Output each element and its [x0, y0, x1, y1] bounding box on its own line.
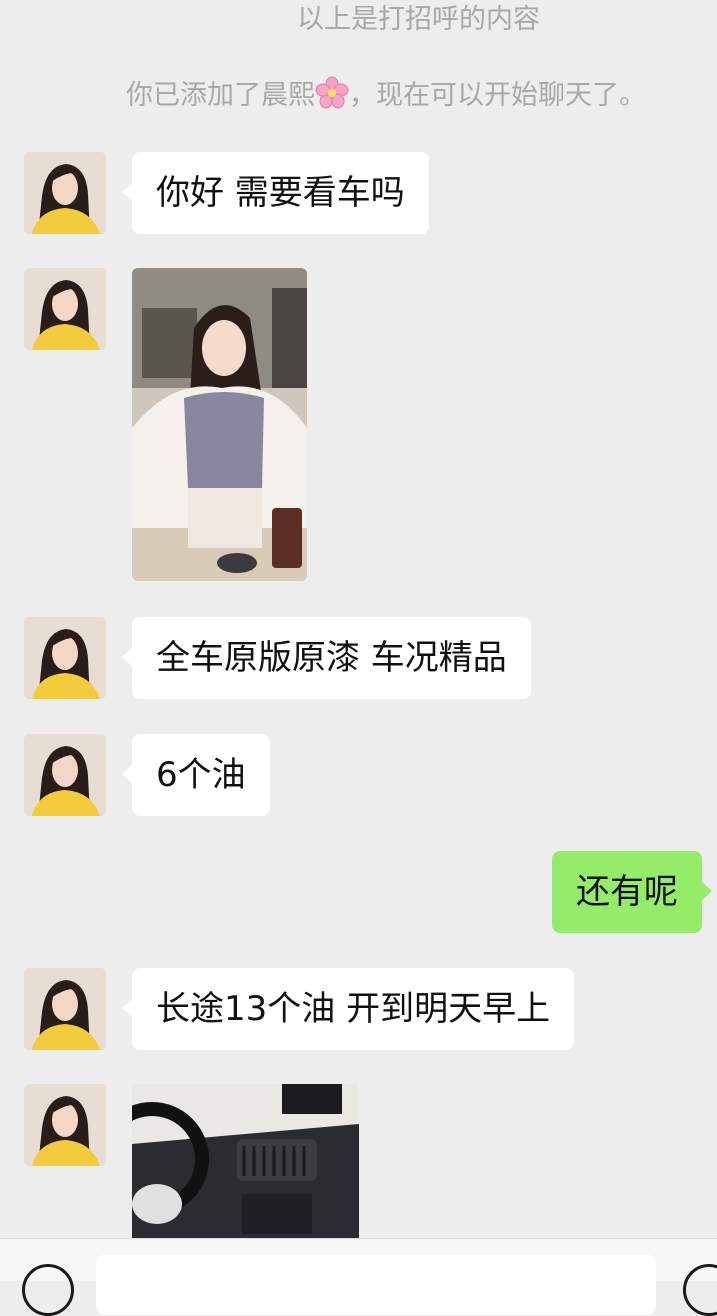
friend-added-prefix: 你已添加了晨熙 [126, 80, 315, 111]
avatar[interactable] [24, 1084, 106, 1166]
message-bubble-self[interactable]: 还有呢 [552, 851, 712, 933]
photo-message[interactable] [132, 268, 307, 581]
photo-car-interior [132, 1084, 359, 1244]
message-input[interactable] [96, 1255, 656, 1315]
avatar[interactable] [24, 734, 106, 816]
greeting-note: 以上是打招呼的内容 [297, 4, 540, 35]
avatar[interactable] [24, 152, 106, 234]
friend-added-suffix: ，现在可以开始聊天了。 [349, 80, 646, 111]
avatar-image [24, 734, 106, 816]
voice-icon[interactable] [22, 1264, 74, 1316]
cherry-blossom-icon [315, 76, 349, 109]
message-bubble[interactable]: 你好 需要看车吗 [122, 152, 429, 234]
avatar-image [24, 268, 106, 350]
friend-added-notice: 你已添加了晨熙 ，现在可以开始聊天了。 [0, 76, 717, 114]
avatar-image [24, 968, 106, 1050]
avatar[interactable] [24, 617, 106, 699]
photo-woman-cafe [132, 268, 307, 581]
avatar-image [24, 152, 106, 234]
chat-input-bar [0, 1238, 717, 1316]
plus-icon[interactable] [683, 1264, 717, 1316]
avatar[interactable] [24, 268, 106, 350]
message-bubble[interactable]: 6个油 [122, 734, 270, 816]
message-bubble[interactable]: 长途13个油 开到明天早上 [121, 968, 575, 1050]
photo-message[interactable] [132, 1084, 359, 1244]
avatar-image [24, 617, 106, 699]
avatar-image [24, 1084, 106, 1166]
avatar[interactable] [24, 968, 106, 1050]
message-bubble[interactable]: 全车原版原漆 车况精品 [122, 617, 531, 699]
